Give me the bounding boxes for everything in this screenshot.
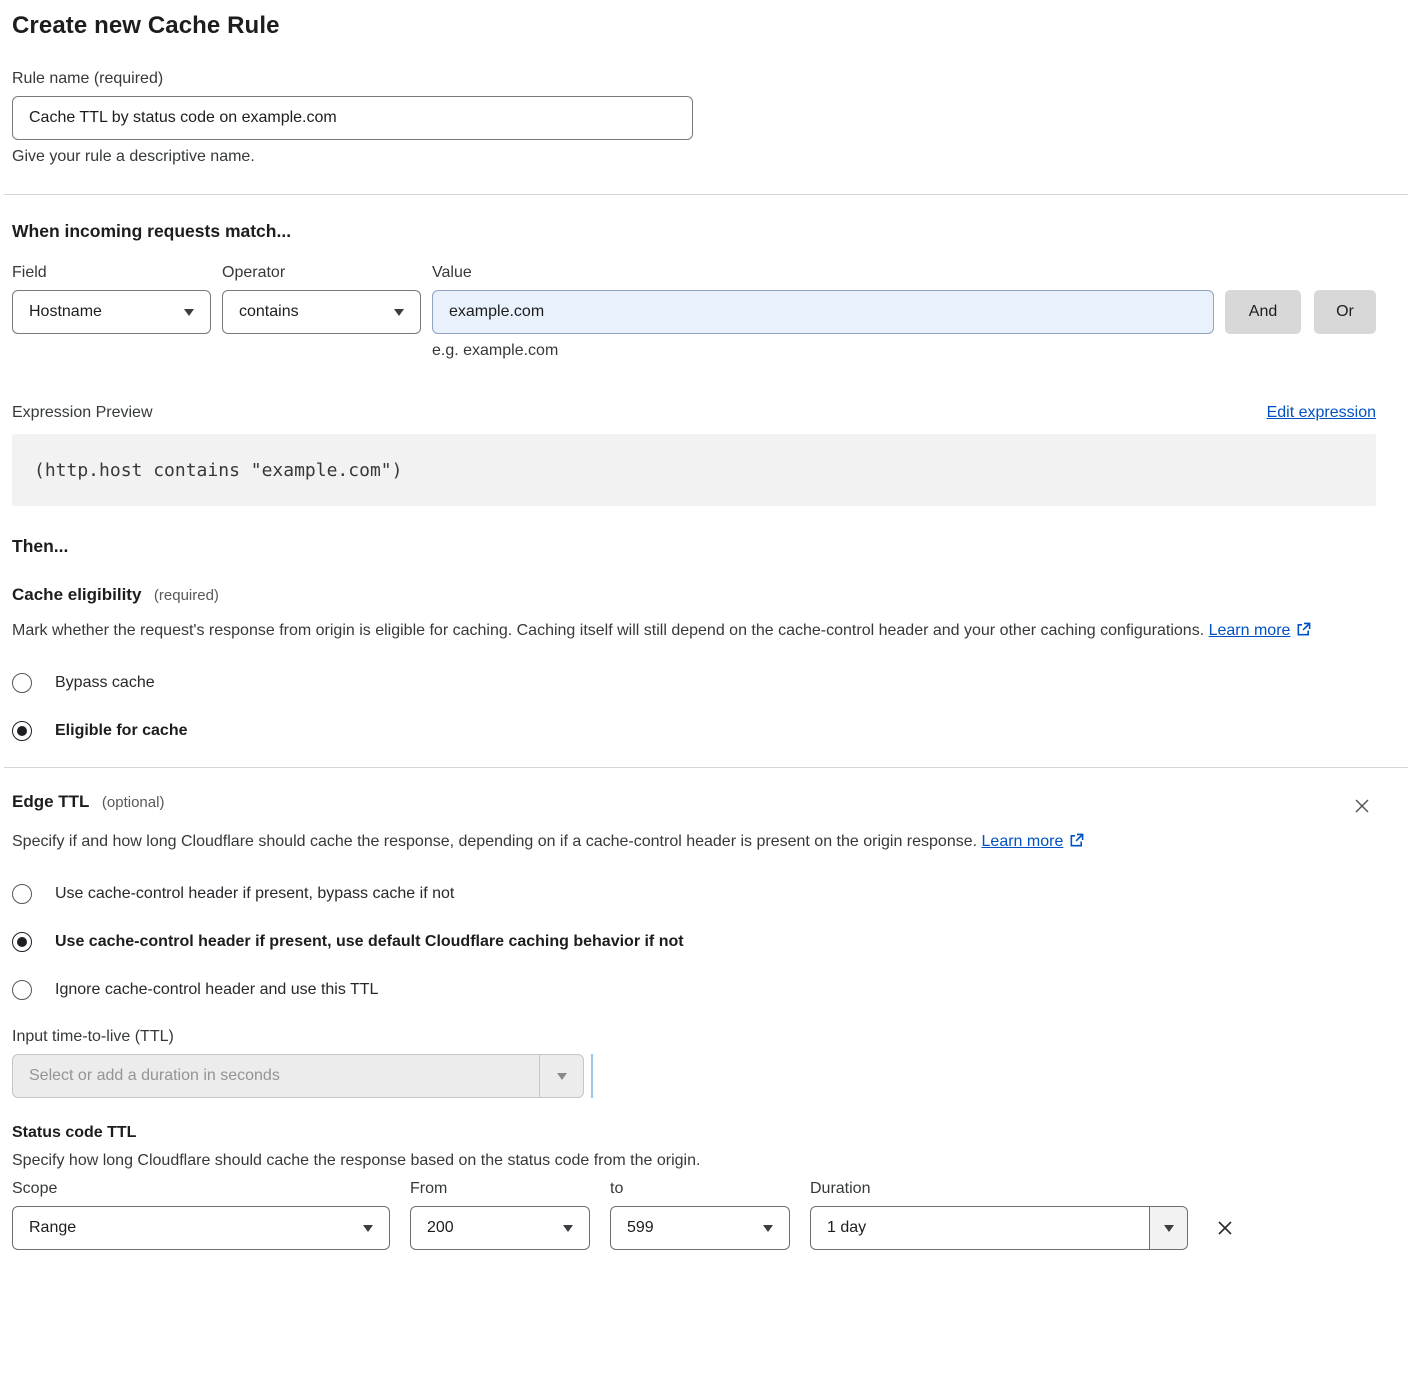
radio-button-icon[interactable] [12, 980, 32, 1000]
edit-expression-link[interactable]: Edit expression [1267, 404, 1376, 422]
value-label: Value [432, 264, 1214, 282]
close-edge-ttl-button[interactable] [1348, 792, 1376, 820]
radio-cc-default[interactable]: Use cache-control header if present, use… [12, 932, 1376, 952]
rule-name-label: Rule name (required) [12, 70, 1376, 88]
operator-select[interactable]: contains [222, 290, 421, 334]
radio-bypass-cache-label: Bypass cache [55, 674, 155, 692]
radio-cc-bypass-label: Use cache-control header if present, byp… [55, 885, 454, 903]
radio-ignore-cc[interactable]: Ignore cache-control header and use this… [12, 980, 1376, 1000]
chevron-down-icon [557, 1073, 567, 1080]
ttl-duration-placeholder: Select or add a duration in seconds [29, 1067, 280, 1085]
value-input[interactable] [432, 290, 1214, 334]
chevron-down-icon [1164, 1225, 1174, 1232]
rule-name-input[interactable] [12, 96, 693, 140]
radio-cc-default-label: Use cache-control header if present, use… [55, 933, 684, 951]
to-select-value: 599 [627, 1219, 654, 1237]
duration-label: Duration [810, 1180, 1188, 1198]
ttl-input-row: Select or add a duration in seconds [12, 1046, 1376, 1098]
status-code-ttl-heading: Status code TTL [12, 1124, 1376, 1142]
section-divider [4, 194, 1408, 195]
chevron-down-icon [184, 309, 194, 316]
edge-ttl-description-text: Specify if and how long Cloudflare shoul… [12, 833, 977, 850]
expression-code: (http.host contains "example.com") [34, 460, 402, 481]
chevron-down-icon [763, 1225, 773, 1232]
to-label: to [610, 1180, 790, 1198]
match-labels-row: Field Operator Value [12, 264, 1376, 282]
close-icon [1352, 804, 1372, 819]
match-controls-row: Hostname contains And Or [12, 290, 1376, 334]
radio-cc-bypass[interactable]: Use cache-control header if present, byp… [12, 884, 1376, 904]
operator-select-value: contains [239, 303, 299, 321]
edge-ttl-description: Specify if and how long Cloudflare shoul… [12, 828, 1127, 858]
dropdown-arrow-button[interactable] [539, 1055, 583, 1097]
expression-preview-row: Expression Preview Edit expression [12, 404, 1376, 422]
duration-select[interactable]: 1 day [810, 1206, 1188, 1250]
expression-preview-label: Expression Preview [12, 404, 153, 422]
field-label: Field [12, 264, 211, 282]
radio-button-selected-icon[interactable] [12, 932, 32, 952]
duration-select-value: 1 day [827, 1219, 866, 1237]
cache-eligibility-description: Mark whether the request's response from… [12, 617, 1357, 647]
edge-ttl-learn-more-link[interactable]: Learn more [982, 833, 1064, 850]
create-cache-rule-form: Create new Cache Rule Rule name (require… [0, 0, 1412, 1376]
cache-eligibility-learn-more-link[interactable]: Learn more [1209, 622, 1291, 639]
cache-eligibility-qualifier: (required) [154, 587, 219, 604]
edge-ttl-qualifier: (optional) [102, 794, 165, 811]
then-heading: Then... [12, 536, 1376, 557]
edge-ttl-heading: Edge TTL [12, 792, 89, 811]
value-helper: e.g. example.com [432, 342, 1376, 360]
from-label: From [410, 1180, 590, 1198]
radio-bypass-cache[interactable]: Bypass cache [12, 673, 1376, 693]
radio-eligible-for-cache-label: Eligible for cache [55, 722, 187, 740]
radio-button-icon[interactable] [12, 884, 32, 904]
chevron-down-icon [394, 309, 404, 316]
operator-label: Operator [222, 264, 421, 282]
rule-name-helper: Give your rule a descriptive name. [12, 148, 1376, 166]
and-button[interactable]: And [1225, 290, 1301, 334]
or-button[interactable]: Or [1314, 290, 1376, 334]
status-ttl-labels-row: Scope From to Duration [12, 1180, 1376, 1198]
radio-eligible-for-cache[interactable]: Eligible for cache [12, 721, 1376, 741]
close-icon [1214, 1227, 1236, 1242]
cache-eligibility-description-text: Mark whether the request's response from… [12, 622, 1204, 639]
remove-status-code-ttl-button[interactable] [1210, 1213, 1240, 1243]
status-ttl-controls-row: Range 200 599 1 day [12, 1206, 1376, 1250]
chevron-down-icon [363, 1225, 373, 1232]
scope-label: Scope [12, 1180, 390, 1198]
field-select-value: Hostname [29, 303, 102, 321]
from-select[interactable]: 200 [410, 1206, 590, 1250]
chevron-down-icon [563, 1225, 573, 1232]
focus-caret-bar [591, 1054, 593, 1098]
scope-select[interactable]: Range [12, 1206, 390, 1250]
status-code-ttl-description: Specify how long Cloudflare should cache… [12, 1152, 1376, 1170]
expression-code-block: (http.host contains "example.com") [12, 434, 1376, 506]
ttl-input-label: Input time-to-live (TTL) [12, 1028, 1376, 1046]
field-select[interactable]: Hostname [12, 290, 211, 334]
ttl-duration-select[interactable]: Select or add a duration in seconds [12, 1054, 584, 1098]
radio-button-selected-icon[interactable] [12, 721, 32, 741]
external-link-icon [1296, 624, 1311, 641]
radio-ignore-cc-label: Ignore cache-control header and use this… [55, 981, 378, 999]
match-heading: When incoming requests match... [12, 221, 1376, 242]
scope-select-value: Range [29, 1219, 76, 1237]
radio-button-icon[interactable] [12, 673, 32, 693]
from-select-value: 200 [427, 1219, 454, 1237]
to-select[interactable]: 599 [610, 1206, 790, 1250]
edge-ttl-header: Edge TTL (optional) [12, 792, 1376, 820]
page-title: Create new Cache Rule [12, 12, 1376, 40]
dropdown-arrow-button[interactable] [1149, 1207, 1187, 1249]
cache-eligibility-heading: Cache eligibility [12, 585, 141, 604]
cache-eligibility-header: Cache eligibility (required) [12, 585, 1376, 605]
section-divider [4, 767, 1408, 768]
external-link-icon [1069, 835, 1084, 852]
